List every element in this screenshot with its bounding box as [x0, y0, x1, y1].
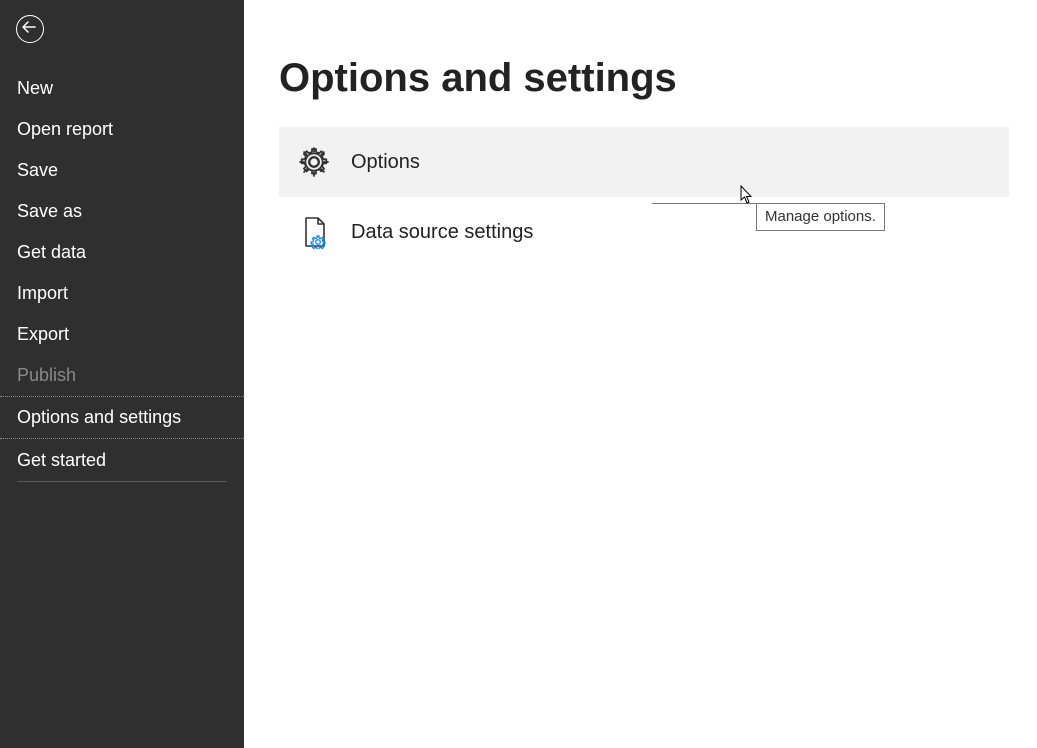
sidebar-item-label: Import [17, 283, 68, 303]
back-arrow-icon [22, 21, 36, 37]
sidebar-item-get-data[interactable]: Get data [0, 232, 244, 273]
main-panel: Options and settings [244, 0, 1037, 748]
sidebar-item-label: Save [17, 160, 58, 180]
sidebar-item-label: Get data [17, 242, 86, 262]
option-item-data-source-settings[interactable]: Data source settings [279, 197, 1009, 267]
sidebar-item-get-started[interactable]: Get started [0, 439, 244, 481]
option-list: Options Data source settin [279, 127, 1009, 267]
sidebar-divider [17, 481, 227, 482]
sidebar-item-label: Get started [17, 450, 106, 470]
sidebar-item-label: Open report [17, 119, 113, 139]
sidebar-item-options-and-settings[interactable]: Options and settings [0, 396, 244, 439]
option-label: Options [351, 151, 420, 174]
option-label: Data source settings [351, 221, 533, 244]
sidebar-item-save[interactable]: Save [0, 150, 244, 191]
sidebar-item-save-as[interactable]: Save as [0, 191, 244, 232]
back-button[interactable] [16, 15, 44, 43]
sidebar: New Open report Save Save as Get data Im… [0, 0, 244, 748]
sidebar-menu: New Open report Save Save as Get data Im… [0, 68, 244, 482]
tooltip-text: Manage options. [765, 208, 876, 225]
page-title: Options and settings [279, 56, 1009, 101]
tooltip: Manage options. [756, 203, 885, 231]
sidebar-item-open-report[interactable]: Open report [0, 109, 244, 150]
sidebar-item-label: New [17, 78, 53, 98]
document-gear-icon [297, 215, 331, 249]
sidebar-item-label: Options and settings [17, 407, 181, 427]
sidebar-item-label: Export [17, 324, 69, 344]
sidebar-item-label: Save as [17, 201, 82, 221]
sidebar-item-label: Publish [17, 365, 76, 385]
sidebar-item-new[interactable]: New [0, 68, 244, 109]
option-item-options[interactable]: Options [279, 127, 1009, 197]
sidebar-item-publish: Publish [0, 355, 244, 396]
gear-icon [297, 145, 331, 179]
sidebar-item-export[interactable]: Export [0, 314, 244, 355]
sidebar-item-import[interactable]: Import [0, 273, 244, 314]
